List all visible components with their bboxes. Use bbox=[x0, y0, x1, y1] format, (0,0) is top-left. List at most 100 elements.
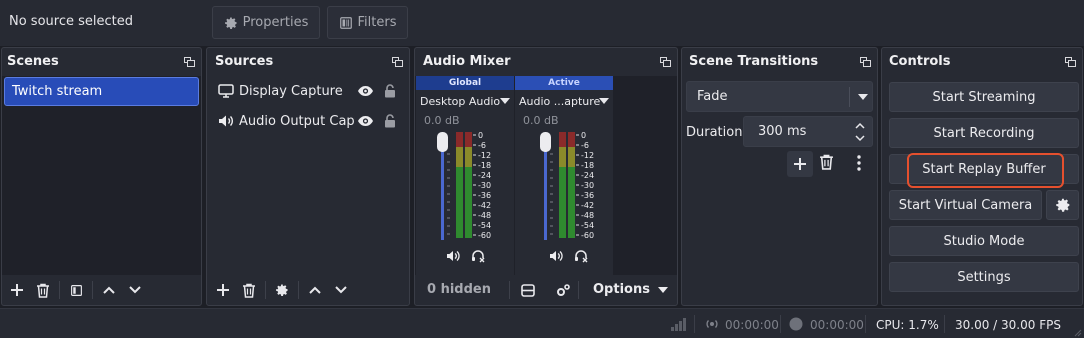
source-item-display-capture[interactable]: Display Capture bbox=[207, 76, 409, 106]
remove-transition-button[interactable] bbox=[819, 154, 834, 170]
visibility-eye-icon[interactable] bbox=[357, 115, 374, 127]
advanced-audio-gear-icon[interactable] bbox=[556, 283, 571, 297]
source-label: Audio Output Capt bbox=[239, 113, 355, 129]
scene-item[interactable]: Twitch stream bbox=[4, 77, 199, 106]
stream-time: 00:00:00 bbox=[725, 318, 779, 332]
divider bbox=[849, 87, 850, 107]
divider bbox=[298, 281, 299, 299]
channel-volume-db: 0.0 dB bbox=[523, 114, 559, 127]
sources-title: Sources bbox=[215, 54, 274, 69]
options-menu-button[interactable]: Options bbox=[593, 282, 668, 297]
speaker-icon bbox=[219, 115, 233, 127]
mixer-channel-audio-capture: Active Audio ...apture 0.0 dB 0 -6 -12 -18-… bbox=[515, 76, 613, 275]
properties-label: Properties bbox=[242, 15, 309, 30]
divider bbox=[509, 281, 510, 299]
gear-icon bbox=[276, 284, 288, 296]
source-properties-button[interactable] bbox=[269, 279, 295, 301]
divider bbox=[944, 315, 945, 333]
fps-readout: 30.00 / 30.00 FPS bbox=[955, 318, 1061, 332]
record-icon bbox=[789, 317, 803, 331]
status-bar: 00:00:00 00:00:00 CPU: 1.7% 30.00 / 30.0… bbox=[0, 308, 1084, 338]
highlight-box bbox=[907, 153, 1064, 188]
scene-transitions-dock: Scene Transitions Fade Duration 300 ms bbox=[681, 47, 878, 306]
stream-broadcast-icon bbox=[706, 320, 718, 328]
channel-name[interactable]: Audio ...apture bbox=[519, 95, 600, 108]
undock-icon[interactable] bbox=[1065, 57, 1076, 67]
scenes-title: Scenes bbox=[7, 54, 59, 69]
transition-properties-button[interactable] bbox=[857, 155, 861, 171]
scene-transitions-title: Scene Transitions bbox=[689, 54, 819, 69]
trash-icon bbox=[243, 283, 255, 298]
channel-menu-arrow-icon[interactable] bbox=[500, 98, 510, 104]
volume-slider[interactable] bbox=[437, 132, 450, 240]
trash-icon bbox=[37, 283, 49, 298]
headphones-monitor-icon[interactable] bbox=[574, 249, 588, 263]
add-transition-button[interactable] bbox=[787, 151, 813, 177]
start-streaming-button[interactable]: Start Streaming bbox=[889, 82, 1079, 112]
chevron-down-icon bbox=[657, 286, 668, 293]
headphones-monitor-icon[interactable] bbox=[471, 249, 485, 263]
duration-spinbox[interactable]: 300 ms bbox=[743, 116, 873, 147]
channel-menu-arrow-icon[interactable] bbox=[599, 98, 609, 104]
controls-dock: Controls Start Streaming Start Recording… bbox=[881, 47, 1083, 306]
filters-button[interactable]: Filters bbox=[327, 6, 408, 39]
move-source-up-button[interactable] bbox=[302, 279, 328, 301]
remove-scene-button[interactable] bbox=[30, 279, 56, 301]
trash-icon bbox=[820, 154, 833, 170]
monitor-icon bbox=[218, 84, 234, 98]
virtual-camera-settings-button[interactable] bbox=[1046, 190, 1079, 220]
layout-toggle-icon[interactable] bbox=[521, 284, 535, 297]
divider bbox=[59, 281, 60, 299]
undock-icon[interactable] bbox=[392, 57, 403, 67]
divider bbox=[865, 315, 866, 333]
divider bbox=[578, 281, 579, 299]
settings-button[interactable]: Settings bbox=[889, 262, 1079, 292]
undock-icon[interactable] bbox=[184, 57, 195, 67]
resize-grip-icon[interactable] bbox=[1072, 327, 1082, 337]
move-source-down-button[interactable] bbox=[328, 279, 354, 301]
undock-icon[interactable] bbox=[660, 57, 671, 67]
undock-icon[interactable] bbox=[860, 57, 871, 67]
add-scene-button[interactable] bbox=[4, 279, 30, 301]
hidden-count[interactable]: 0 hidden bbox=[427, 282, 491, 297]
visibility-eye-icon[interactable] bbox=[357, 85, 374, 97]
volume-icon[interactable] bbox=[549, 250, 563, 262]
scene-filters-button[interactable] bbox=[63, 279, 89, 301]
sources-list: Display Capture Audio Output Capt bbox=[207, 76, 409, 275]
add-source-button[interactable] bbox=[210, 279, 236, 301]
signal-strength-icon bbox=[671, 318, 686, 331]
studio-mode-button[interactable]: Studio Mode bbox=[889, 226, 1079, 256]
cpu-usage: CPU: 1.7% bbox=[876, 318, 939, 332]
transition-select[interactable]: Fade bbox=[686, 81, 873, 112]
source-status-label: No source selected bbox=[9, 14, 133, 29]
lock-icon[interactable] bbox=[384, 84, 396, 98]
audio-mixer-title: Audio Mixer bbox=[423, 54, 511, 69]
spin-arrows-icon[interactable] bbox=[854, 121, 866, 143]
channel-name[interactable]: Desktop Audio bbox=[420, 95, 500, 108]
channel-volume-db: 0.0 dB bbox=[424, 114, 460, 127]
gear-icon bbox=[224, 16, 237, 29]
volume-meter bbox=[540, 132, 579, 240]
move-scene-down-button[interactable] bbox=[122, 279, 148, 301]
mixer-channels: Global Desktop Audio 0.0 dB 0 -6 -12 -18 -24… bbox=[415, 76, 677, 275]
start-recording-button[interactable]: Start Recording bbox=[889, 118, 1079, 148]
record-time: 00:00:00 bbox=[810, 318, 864, 332]
remove-source-button[interactable] bbox=[236, 279, 262, 301]
chevron-down-icon bbox=[335, 286, 347, 294]
source-item-audio-output[interactable]: Audio Output Capt bbox=[207, 106, 409, 136]
plus-icon bbox=[794, 158, 806, 170]
move-scene-up-button[interactable] bbox=[96, 279, 122, 301]
divider bbox=[780, 315, 781, 333]
properties-button[interactable]: Properties bbox=[212, 6, 320, 39]
chevron-down-icon bbox=[129, 286, 141, 294]
mixer-channel-desktop-audio: Global Desktop Audio 0.0 dB 0 -6 -12 -18 -24… bbox=[416, 76, 514, 275]
divider bbox=[694, 315, 695, 333]
lock-icon[interactable] bbox=[384, 114, 396, 128]
scenes-toolbar bbox=[2, 275, 201, 305]
sources-toolbar bbox=[207, 275, 409, 305]
volume-icon[interactable] bbox=[446, 250, 460, 262]
more-vertical-icon bbox=[857, 155, 861, 171]
controls-title: Controls bbox=[889, 54, 951, 69]
start-virtual-camera-button[interactable]: Start Virtual Camera bbox=[889, 190, 1042, 220]
volume-slider[interactable] bbox=[540, 132, 553, 240]
